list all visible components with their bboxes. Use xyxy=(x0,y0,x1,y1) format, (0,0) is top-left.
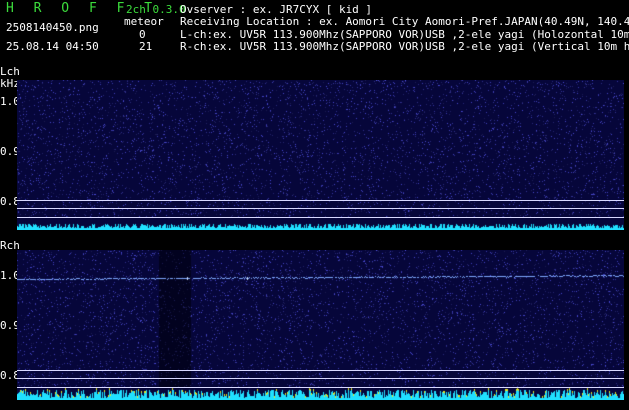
rch-spectrogram xyxy=(17,250,624,400)
meteor-label: meteor xyxy=(124,15,164,28)
datetime: 25.08.14 04:50 xyxy=(6,40,99,53)
rch-meteor-count: 21 xyxy=(139,40,153,53)
rch-ref-line xyxy=(17,387,624,388)
lch-ref-line xyxy=(17,200,624,201)
filename: 2508140450.png xyxy=(6,21,99,34)
lch-info-line: L-ch:ex. UV5R 113.900Mhz(SAPPORO VOR)USB… xyxy=(180,29,629,41)
location-line: Receiving Location : ex. Aomori City Aom… xyxy=(180,15,629,28)
lch-ref-line xyxy=(17,208,624,209)
rch-ref-line xyxy=(17,370,624,371)
rch-info-line: R-ch:ex. UV5R 113.900Mhz(SAPPORO VOR)USB… xyxy=(180,41,629,53)
lch-spectrogram xyxy=(17,80,624,230)
lch-ref-line xyxy=(17,217,624,218)
rch-ref-line xyxy=(17,378,624,379)
